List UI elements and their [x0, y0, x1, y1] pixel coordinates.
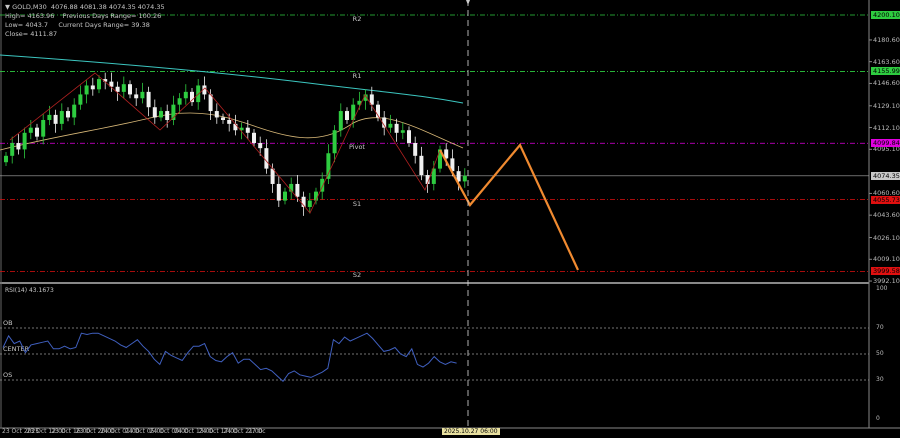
pivot-price-tag: 3999.58	[871, 267, 900, 276]
slow-moving-average	[0, 54, 464, 104]
candle-body	[183, 91, 188, 99]
price-tick-label: 4026.10	[873, 233, 900, 242]
candle-body	[128, 84, 132, 95]
candle-body	[407, 130, 411, 144]
candle-body	[84, 85, 89, 95]
candle-body	[72, 104, 77, 118]
candle-body	[16, 143, 21, 150]
candle-body	[332, 130, 337, 154]
time-axis-label: 27 Oc	[248, 428, 266, 435]
candle-body	[400, 130, 405, 133]
candle-body	[66, 111, 70, 118]
price-tick-label: 4043.60	[873, 211, 900, 220]
rsi-tick-label: 100	[876, 285, 888, 292]
candle-body	[22, 132, 27, 150]
candle-body	[28, 127, 33, 133]
rsi-line	[2, 332, 457, 383]
chart-canvas[interactable]: R2R1PivotS1S2OBCENTEROS	[0, 0, 900, 438]
price-tick-label: 4146.60	[873, 79, 900, 88]
candle-body	[53, 114, 58, 124]
candle-body	[90, 85, 95, 90]
high-info: High= 4163.96 Previous Days Range= 100.2…	[5, 12, 162, 20]
candle-body	[121, 84, 126, 92]
projection-arrow-path	[439, 142, 579, 271]
pivot-label-r2: R2	[353, 15, 362, 23]
pivot-price-tag: 4200.10	[871, 11, 900, 19]
candle-body	[134, 94, 139, 99]
candle-body	[227, 120, 232, 124]
price-tick-label: 4163.60	[873, 57, 900, 66]
candle-body	[245, 127, 250, 133]
candle-body	[196, 85, 201, 103]
rsi-tick-label: 0	[876, 415, 880, 422]
rsi-level-label-ob: OB	[3, 319, 13, 327]
crosshair-time-label: 2025.10.27 06:00	[442, 428, 500, 435]
price-tick-label: 4129.10	[873, 101, 900, 110]
candle-body	[165, 111, 170, 121]
candle-body	[47, 114, 52, 121]
candle-body	[41, 120, 46, 137]
rsi-tick-label: 70	[876, 324, 884, 331]
candle-body	[214, 111, 219, 118]
pivot-label-s2: S2	[353, 271, 361, 279]
price-tick-label: 4180.60	[873, 35, 900, 44]
symbol-ohlc: GOLD,M30 4076.88 4081.38 4074.35 4074.35	[12, 3, 165, 11]
fast-moving-average	[0, 112, 464, 151]
rsi-level-label-os: OS	[3, 371, 12, 379]
price-tick-label: 4112.10	[873, 123, 900, 132]
candle-body	[326, 153, 331, 179]
candle-body	[35, 127, 39, 137]
candle-body	[413, 143, 418, 156]
candle-body	[146, 91, 151, 108]
chart-shift-marker-icon	[466, 0, 470, 5]
candle-body	[264, 148, 269, 169]
rsi-tick-label: 30	[876, 376, 884, 383]
candle-body	[10, 143, 15, 156]
candle-body	[338, 111, 343, 131]
candle-body	[152, 107, 157, 118]
price-tick-label: 4009.10	[873, 255, 900, 264]
pivot-label-pivot: Pivot	[349, 143, 365, 151]
candle-body	[258, 143, 263, 149]
candle-body	[270, 168, 275, 184]
candle-body	[295, 183, 300, 197]
candle-body	[276, 183, 281, 201]
low-info: Low= 4043.7 Current Days Range= 39.38	[5, 21, 150, 29]
candle-body	[140, 91, 145, 99]
candle-body	[283, 191, 287, 201]
current-price-tag: 4074.35	[871, 171, 900, 180]
candle-body	[97, 79, 101, 90]
candle-body	[307, 200, 312, 207]
candle-body	[221, 117, 225, 121]
pivot-price-tag: 4155.99	[871, 67, 900, 76]
candle-body	[252, 132, 256, 144]
rsi-tick-label: 50	[876, 350, 884, 357]
pivot-label-r1: R1	[353, 72, 362, 80]
pivot-price-tag: 4055.73	[871, 195, 900, 204]
candle-body	[4, 155, 8, 163]
candle-body	[394, 123, 399, 133]
close-info: Close= 4111.87	[5, 30, 58, 38]
pivot-price-tag: 4099.84	[871, 139, 900, 148]
price-tick-label: 3992.10	[873, 277, 900, 286]
candle-body	[177, 98, 182, 105]
candle-body	[388, 123, 393, 128]
candle-body	[345, 111, 349, 121]
candle-body	[78, 94, 83, 105]
pivot-label-s1: S1	[353, 200, 361, 208]
rsi-label: RSI(14) 43.1673	[5, 287, 54, 294]
candle-body	[59, 111, 64, 124]
symbol-info: ▼ GOLD,M30 4076.88 4081.38 4074.35 4074.…	[5, 3, 165, 11]
candle-body	[462, 175, 467, 182]
candle-body	[419, 155, 424, 176]
candle-body	[159, 111, 163, 118]
